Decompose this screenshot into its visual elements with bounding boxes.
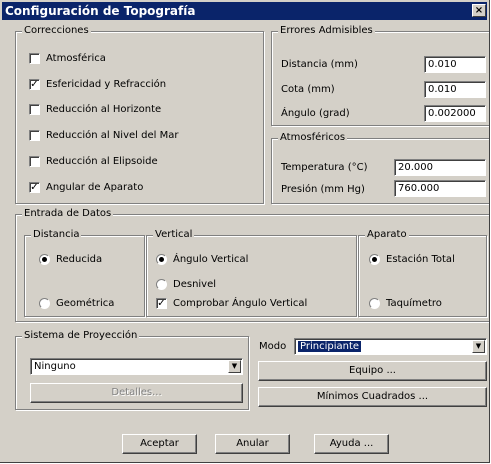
chevron-down-icon[interactable]: ▼ (228, 360, 241, 373)
checkbox[interactable] (29, 156, 40, 167)
temperatura-label: Temperatura (°C) (281, 162, 368, 173)
radio-angulo-vertical[interactable]: Ángulo Vertical (156, 254, 248, 265)
modo-label: Modo (259, 341, 287, 352)
ayuda-button[interactable]: Ayuda ... (314, 434, 389, 454)
modo-value: Principiante (298, 341, 362, 352)
temperatura-field[interactable]: 20.000 (394, 159, 486, 176)
entrada-datos-title: Entrada de Datos (22, 208, 114, 220)
vertical-title: Vertical (153, 229, 195, 241)
angulo-grad-label: Ángulo (grad) (281, 108, 350, 119)
check-angular-aparato[interactable]: ✓ Angular de Aparato (29, 182, 143, 193)
radio-estacion-total[interactable]: Estación Total (369, 254, 455, 265)
minimos-cuadrados-button[interactable]: Mínimos Cuadrados ... (258, 387, 487, 407)
check-reduccion-nivel-mar[interactable]: Reducción al Nivel del Mar (29, 130, 178, 141)
window-title: Configuración de Topografía (5, 4, 196, 18)
radio-taquimetro[interactable]: Taquímetro (369, 298, 442, 309)
checkbox[interactable]: ✓ (29, 182, 40, 193)
title-bar[interactable]: Configuración de Topografía × (2, 2, 487, 20)
check-esfericidad[interactable]: ✓ Esfericidad y Refracción (29, 79, 166, 90)
radio-button[interactable] (39, 298, 50, 309)
correcciones-title: Correcciones (22, 25, 91, 37)
detalles-button[interactable]: Detalles... (30, 383, 243, 403)
check-reduccion-horizonte[interactable]: Reducción al Horizonte (29, 104, 161, 115)
atmosfericos-title: Atmosféricos (278, 132, 348, 144)
chevron-down-icon[interactable]: ▼ (472, 340, 485, 353)
errores-title: Errores Admisibles (278, 25, 375, 37)
distancia-mm-field[interactable]: 0.010 (424, 56, 486, 73)
check-reduccion-elipsoide[interactable]: Reducción al Elipsoide (29, 156, 158, 167)
equipo-button[interactable]: Equipo ... (258, 361, 487, 381)
proyeccion-value: Ninguno (34, 361, 76, 372)
proyeccion-title: Sistema de Proyección (22, 330, 140, 342)
radio-reducida[interactable]: Reducida (39, 254, 102, 265)
radio-button[interactable] (156, 279, 167, 290)
dialog-window: Configuración de Topografía × Correccion… (0, 0, 490, 463)
presion-field[interactable]: 760.000 (394, 180, 486, 197)
close-icon[interactable]: × (472, 4, 486, 17)
radio-geometrica[interactable]: Geométrica (39, 298, 114, 309)
cota-mm-field[interactable]: 0.010 (424, 81, 486, 98)
check-comprobar-angulo[interactable]: ✓ Comprobar Ángulo Vertical (156, 298, 307, 309)
modo-select[interactable]: Principiante ▼ (294, 338, 487, 355)
distancia-mm-label: Distancia (mm) (281, 59, 358, 70)
radio-desnivel[interactable]: Desnivel (156, 279, 216, 290)
cota-mm-label: Cota (mm) (281, 84, 335, 95)
distancia-title: Distancia (31, 229, 82, 241)
checkbox[interactable]: ✓ (29, 79, 40, 90)
checkbox[interactable] (29, 53, 40, 64)
radio-button[interactable] (39, 254, 50, 265)
proyeccion-select[interactable]: Ninguno ▼ (30, 358, 243, 375)
radio-button[interactable] (156, 254, 167, 265)
radio-button[interactable] (369, 298, 380, 309)
checkbox[interactable] (29, 130, 40, 141)
aceptar-button[interactable]: Aceptar (122, 434, 197, 454)
checkbox[interactable]: ✓ (156, 298, 167, 309)
aparato-title: Aparato (365, 229, 409, 241)
anular-button[interactable]: Anular (215, 434, 290, 454)
checkbox[interactable] (29, 104, 40, 115)
radio-button[interactable] (369, 254, 380, 265)
check-atmosferica[interactable]: Atmosférica (29, 53, 106, 64)
presion-label: Presión (mm Hg) (281, 184, 365, 195)
angulo-grad-field[interactable]: 0.002000 (424, 105, 486, 122)
